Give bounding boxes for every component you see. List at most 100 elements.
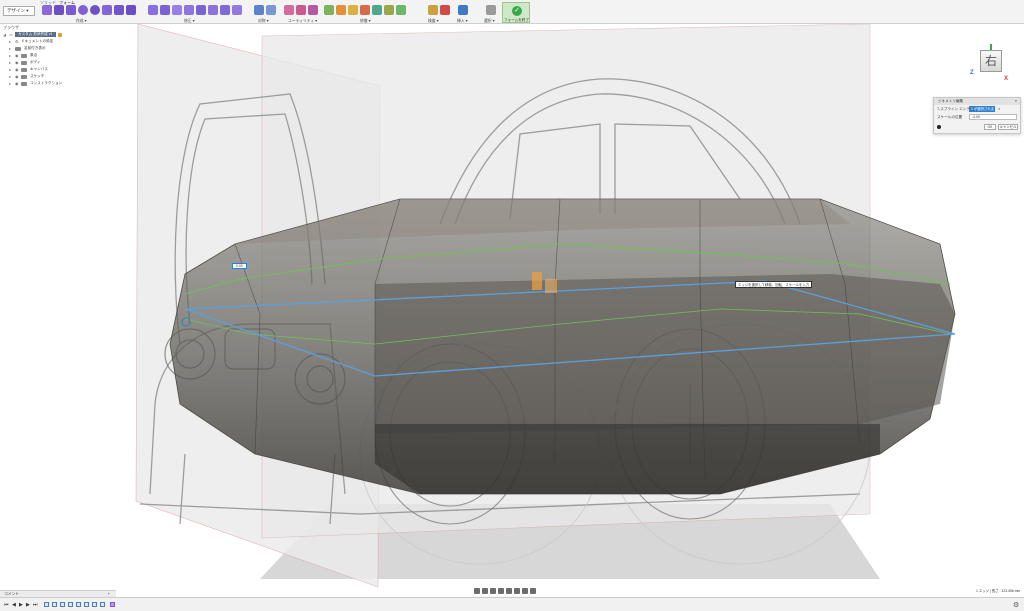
timeline-play-button[interactable]: ▶ [19, 602, 23, 608]
browser-item-label: スケッチ [30, 74, 45, 78]
weld-vertices-icon[interactable] [232, 5, 242, 15]
dialog-row-entities: T-スプライン エンティティ 1 が選択されました × [934, 105, 1020, 117]
repair-orange-icon[interactable] [336, 5, 346, 15]
viewport-tooltip: エッジを選択して移動、回転、スケールを入力 [735, 281, 813, 288]
create-quadball-icon[interactable] [102, 5, 112, 15]
ok-button[interactable]: OK [984, 124, 996, 130]
browser-item-document-settings[interactable]: ▸ ⚙ ドキュメントの設定 [3, 38, 98, 45]
create-cylinder-icon[interactable] [66, 5, 76, 15]
browser-item-canvases[interactable]: ▸ ◉ キャンバス [3, 66, 98, 73]
timeline-last-button[interactable]: ⏭ [33, 602, 38, 608]
fit-icon[interactable] [506, 588, 512, 594]
finish-form-button[interactable]: ✓ フォームを終了 [502, 2, 530, 23]
timeline-feature-icon[interactable] [44, 602, 49, 607]
axis-x-label: X [1004, 76, 1009, 82]
timeline-prev-button[interactable]: ◀ [12, 602, 16, 608]
timeline-first-button[interactable]: ⏮ [4, 602, 9, 608]
create-face-icon[interactable] [126, 5, 136, 15]
create-torus-icon[interactable] [90, 5, 100, 15]
browser-item-origin[interactable]: ▸ ◉ 原点 [3, 52, 98, 59]
make-uniform-icon[interactable] [296, 5, 306, 15]
bridge-icon[interactable] [208, 5, 218, 15]
insert-edge-icon[interactable] [160, 5, 170, 15]
checkmark-icon: ✓ [512, 6, 522, 16]
cancel-button[interactable]: キャンセル [998, 124, 1018, 130]
edit-form-icon[interactable] [148, 5, 158, 15]
scale-label: スケールの位置 [937, 115, 963, 119]
browser-item-construction[interactable]: ▸ ◉ コンストラクション [3, 80, 98, 87]
axis-z-label: Z [970, 70, 974, 76]
info-bullet-icon[interactable] [937, 125, 941, 129]
workspace-mode-dropdown[interactable]: デザイン ▾ [3, 6, 35, 16]
browser-item-bodies[interactable]: ▸ ◉ ボディ [3, 59, 98, 66]
browser-item-sketches[interactable]: ▸ ◉ スケッチ [3, 73, 98, 80]
viewports-icon[interactable] [530, 588, 536, 594]
viewcube[interactable]: 右 Z X [970, 44, 1014, 88]
dialog-row-buttons: OK キャンセル [934, 123, 1020, 131]
mirror-icon[interactable] [254, 5, 264, 15]
viewcube-face-right[interactable]: 右 [980, 50, 1002, 72]
repair-body-icon[interactable] [284, 5, 294, 15]
entities-selection-button[interactable]: 1 が選択されました [969, 106, 995, 117]
timeline-feature-icon[interactable] [100, 602, 105, 607]
comments-panel[interactable]: コメント + [0, 590, 116, 597]
create-sphere-icon[interactable] [78, 5, 88, 15]
dialog-collapse-icon[interactable]: » [1015, 98, 1017, 103]
edit-form-dialog: ジオメトリ編集 » T-スプライン エンティティ 1 が選択されました × スケ… [933, 97, 1021, 134]
browser-item-named-views[interactable]: ▸ 名前付き表示 [3, 45, 98, 52]
timeline-next-button[interactable]: ▶ [26, 602, 30, 608]
browser-root-item[interactable]: ◢ ▭ カスタム 形状作成 v1 [3, 31, 98, 38]
browser-item-label: コンストラクション [30, 81, 63, 85]
measure-icon[interactable] [428, 5, 438, 15]
merge-edge-icon[interactable] [196, 5, 206, 15]
display-component-icon[interactable] [440, 5, 450, 15]
timeline-feature-icon[interactable] [76, 602, 81, 607]
insert-point-icon[interactable] [184, 5, 194, 15]
value-input-box[interactable]: 0.00 [232, 263, 247, 269]
repair-green-icon[interactable] [324, 5, 334, 15]
look-at-icon[interactable] [482, 588, 488, 594]
toolbar: デザイン ▾ ソリッド フォーム 作成 ▾ 修正 ▾ 対称 ▾ ユーティリティ … [0, 0, 1024, 24]
timeline-settings-gear-icon[interactable]: ⚙ [1013, 601, 1019, 609]
tspline-body [169, 198, 956, 495]
comments-label: コメント [4, 592, 20, 596]
clear-selection-icon[interactable]: × [998, 105, 1000, 113]
timeline-form-feature-icon[interactable] [110, 602, 115, 607]
active-badge-icon [57, 32, 62, 37]
timeline-feature-icon[interactable] [52, 602, 57, 607]
pan-icon[interactable] [490, 588, 496, 594]
timeline-feature-icon[interactable] [92, 602, 97, 607]
repair-olive-icon[interactable] [384, 5, 394, 15]
insert-canvas-icon[interactable] [458, 5, 468, 15]
browser-root-label: カスタム 形状作成 v1 [15, 32, 56, 37]
circular-symmetry-icon[interactable] [266, 5, 276, 15]
repair-red-icon[interactable] [360, 5, 370, 15]
timeline-feature-icon[interactable] [84, 602, 89, 607]
fill-hole-icon[interactable] [220, 5, 230, 15]
repair-leaf-icon[interactable] [396, 5, 406, 15]
zoom-icon[interactable] [498, 588, 504, 594]
display-mode-icon[interactable] [308, 5, 318, 15]
create-box-icon[interactable] [42, 5, 52, 15]
browser-item-label: 名前付き表示 [24, 46, 46, 50]
timeline-feature-icon[interactable] [60, 602, 65, 607]
subdivide-icon[interactable] [172, 5, 182, 15]
folder-icon [15, 46, 21, 51]
scale-input[interactable]: -4.00 [969, 114, 1017, 120]
create-plane-icon[interactable] [54, 5, 64, 15]
repair-teal-icon[interactable] [372, 5, 382, 15]
folder-icon [21, 81, 27, 86]
canvas-viewport[interactable]: 0.00 エッジを選択して移動、回転、スケールを入力 [0, 24, 1024, 595]
orbit-icon[interactable] [474, 588, 480, 594]
timeline-feature-icon[interactable] [68, 602, 73, 607]
browser-item-label: キャンバス [30, 67, 48, 71]
display-settings-icon[interactable] [514, 588, 520, 594]
create-pipe-icon[interactable] [114, 5, 124, 15]
grid-settings-icon[interactable] [522, 588, 528, 594]
repair-yellow-icon[interactable] [348, 5, 358, 15]
browser-item-label: 原点 [30, 53, 38, 57]
dialog-title: ジオメトリ編集 [938, 99, 964, 103]
select-icon[interactable] [486, 5, 496, 15]
dialog-header[interactable]: ジオメトリ編集 » [934, 98, 1020, 105]
timeline-bar: ⏮ ◀ ▶ ▶ ⏭ ⚙ [0, 597, 1024, 611]
